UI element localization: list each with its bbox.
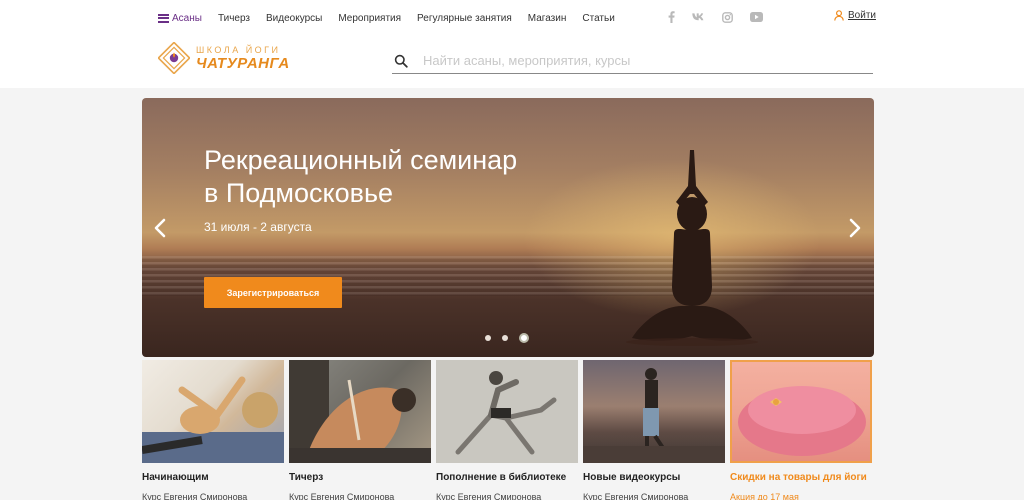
hero-title: Рекреационный семинар в Подмосковье [204,144,624,210]
card-subtitle: Курс Евгения Смиронова [142,492,248,500]
vk-icon[interactable] [692,10,705,24]
search-bar [392,48,873,74]
slider-dot-1[interactable] [485,335,491,341]
card-library[interactable]: Пополнение в библиотеке Курс Евгения Сми… [436,360,578,500]
youtube-icon[interactable] [750,10,763,24]
slider-dot-3-active[interactable] [519,333,529,343]
nav-item-articles[interactable]: Статьи [582,13,614,24]
main-nav: Асаны Тичерз Видеокурсы Мероприятия Регу… [158,11,631,25]
facebook-icon[interactable] [668,10,675,24]
card-subtitle: Акция до 17 мая [730,492,799,500]
chaturanga-logo-icon [158,42,190,74]
hero-title-line2: в Подмосковье [204,178,394,208]
card-videocourses[interactable]: Новые видеокурсы Курс Евгения Смиронова [583,360,725,500]
card-subtitle: Курс Евгения Смиронова [583,492,689,500]
card-subtitle: Курс Евгения Смиронова [289,492,395,500]
chevron-right-icon[interactable] [848,218,862,238]
chevron-left-icon[interactable] [153,218,167,238]
user-icon [834,10,844,21]
nav-item-regular-classes[interactable]: Регулярные занятия [417,13,512,24]
card-image-library[interactable] [436,360,578,463]
nav-item-videocourses[interactable]: Видеокурсы [266,13,322,24]
card-beginners[interactable]: Начинающим Курс Евгения Смиронова [142,360,284,500]
logo[interactable]: ШКОЛА ЙОГИ ЧАТУРАНГА [158,42,290,74]
menu-icon[interactable] [158,13,169,23]
yogi-silhouette-image [626,150,758,346]
card-image-teachers[interactable] [289,360,431,463]
card-image-beginners[interactable] [142,360,284,463]
login-link[interactable]: Войти [834,10,876,21]
card-title: Тичерз [289,472,324,483]
logo-title: ЧАТУРАНГА [196,54,290,72]
featured-cards: Начинающим Курс Евгения Смиронова Тичерз… [142,360,875,500]
card-discounts[interactable]: Скидки на товары для йоги Акция до 17 ма… [730,360,872,500]
card-subtitle: Курс Евгения Смиронова [436,492,542,500]
hero-slider: Рекреационный семинар в Подмосковье 31 и… [142,98,874,357]
nav-item-asanas[interactable]: Асаны [172,13,202,24]
nav-item-events[interactable]: Мероприятия [338,13,401,24]
nav-item-teachers[interactable]: Тичерз [218,13,250,24]
slider-dots [485,333,540,343]
logo-subtitle: ШКОЛА ЙОГИ [196,44,281,55]
login-label[interactable]: Войти [848,10,876,21]
instagram-icon[interactable] [722,10,733,24]
header: Асаны Тичерз Видеокурсы Мероприятия Регу… [0,0,1024,88]
nav-item-shop[interactable]: Магазин [528,13,567,24]
card-image-videocourses[interactable] [583,360,725,463]
slider-dot-2[interactable] [502,335,508,341]
card-title: Новые видеокурсы [583,472,681,483]
social-links [668,10,780,24]
card-teachers[interactable]: Тичерз Курс Евгения Смиронова [289,360,431,500]
card-title: Начинающим [142,472,209,483]
hero-dates: 31 июля - 2 августа [204,220,312,234]
card-title: Скидки на товары для йоги [730,472,867,483]
register-button[interactable]: Зарегистрироваться [204,277,342,308]
search-input[interactable] [423,53,863,68]
card-image-discounts[interactable] [730,360,872,463]
hero-title-line1: Рекреационный семинар [204,145,518,175]
card-title: Пополнение в библиотеке [436,472,567,483]
search-icon[interactable] [394,54,408,68]
